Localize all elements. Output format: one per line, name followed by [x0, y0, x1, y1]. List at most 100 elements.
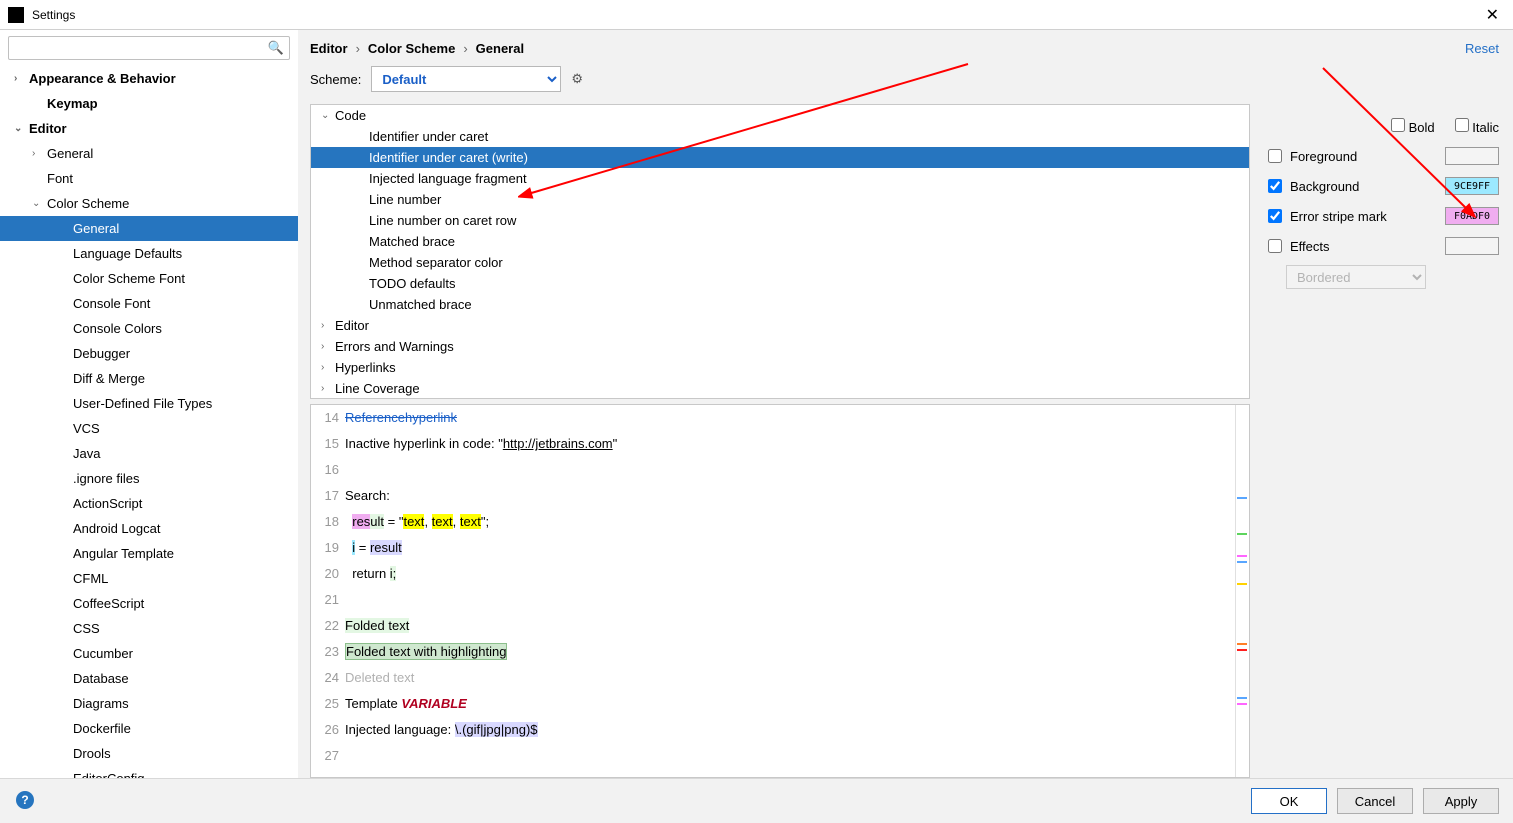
nav-item[interactable]: .ignore files [0, 466, 298, 491]
crumb-general[interactable]: General [476, 41, 524, 56]
tree-item[interactable]: Method separator color [311, 252, 1249, 273]
chevron-right-icon: › [463, 41, 467, 56]
nav-item[interactable]: CSS [0, 616, 298, 641]
window-title: Settings [32, 8, 1480, 22]
code-line: 16 [311, 457, 1249, 483]
nav-item[interactable]: ActionScript [0, 491, 298, 516]
tree-item[interactable]: Unmatched brace [311, 294, 1249, 315]
crumb-colorscheme[interactable]: Color Scheme [368, 41, 455, 56]
nav-item[interactable]: Cucumber [0, 641, 298, 666]
nav-item[interactable]: Angular Template [0, 541, 298, 566]
italic-option[interactable]: Italic [1455, 118, 1499, 135]
nav-item[interactable]: Keymap [0, 91, 298, 116]
background-checkbox[interactable] [1268, 179, 1282, 193]
code-line: 26Injected language: \.(gif|jpg|png)$ [311, 717, 1249, 743]
settings-sidebar: 🔍 ›Appearance & BehaviorKeymap⌄Editor›Ge… [0, 30, 298, 778]
effects-checkbox[interactable] [1268, 239, 1282, 253]
code-line: 27 [311, 743, 1249, 769]
nav-item[interactable]: Android Logcat [0, 516, 298, 541]
nav-item[interactable]: Console Colors [0, 316, 298, 341]
nav-item[interactable]: EditorConfig [0, 766, 298, 778]
search-icon: 🔍 [268, 40, 284, 56]
nav-item[interactable]: Color Scheme Font [0, 266, 298, 291]
color-options-tree[interactable]: ⌄CodeIdentifier under caretIdentifier un… [310, 104, 1250, 399]
nav-item[interactable]: Language Defaults [0, 241, 298, 266]
code-line: 18 result = "text, text, text"; [311, 509, 1249, 535]
settings-tree[interactable]: ›Appearance & BehaviorKeymap⌄Editor›Gene… [0, 66, 298, 778]
bold-option[interactable]: Bold [1391, 118, 1435, 135]
nav-item[interactable]: Diagrams [0, 691, 298, 716]
background-label: Background [1290, 179, 1437, 194]
content-pane: Editor › Color Scheme › General Reset Sc… [298, 30, 1513, 778]
background-swatch[interactable]: 9CE9FF [1445, 177, 1499, 195]
error-stripe [1235, 405, 1249, 777]
tree-item[interactable]: ›Hyperlinks [311, 357, 1249, 378]
foreground-checkbox[interactable] [1268, 149, 1282, 163]
tree-item[interactable]: Matched brace [311, 231, 1249, 252]
nav-item[interactable]: Font [0, 166, 298, 191]
tree-item[interactable]: ›Editor [311, 315, 1249, 336]
nav-item[interactable]: VCS [0, 416, 298, 441]
errorstripe-checkbox[interactable] [1268, 209, 1282, 223]
gear-icon[interactable]: ⚙ [571, 71, 583, 87]
tree-item[interactable]: ›Errors and Warnings [311, 336, 1249, 357]
nav-item[interactable]: ⌄Editor [0, 116, 298, 141]
app-icon [8, 7, 24, 23]
code-line: 25Template VARIABLE [311, 691, 1249, 717]
help-icon[interactable]: ? [16, 791, 34, 809]
nav-item[interactable]: Dockerfile [0, 716, 298, 741]
dialog-button-bar: OK Cancel Apply [0, 778, 1513, 823]
code-line: 22Folded text [311, 613, 1249, 639]
close-icon[interactable]: ✕ [1480, 5, 1505, 25]
nav-item[interactable]: Debugger [0, 341, 298, 366]
code-line: 24Deleted text [311, 665, 1249, 691]
cancel-button[interactable]: Cancel [1337, 788, 1413, 814]
style-options-panel: Bold Italic Foreground Background 9CE9FF… [1268, 104, 1499, 778]
nav-item[interactable]: General [0, 216, 298, 241]
chevron-right-icon: › [356, 41, 360, 56]
nav-item[interactable]: ›Appearance & Behavior [0, 66, 298, 91]
tree-item[interactable]: Injected language fragment [311, 168, 1249, 189]
tree-item[interactable]: ›Line Coverage [311, 378, 1249, 399]
foreground-swatch[interactable] [1445, 147, 1499, 165]
crumb-editor[interactable]: Editor [310, 41, 348, 56]
code-line: 23Folded text with highlighting [311, 639, 1249, 665]
nav-item[interactable]: ›General [0, 141, 298, 166]
effects-swatch[interactable] [1445, 237, 1499, 255]
tree-item[interactable]: TODO defaults [311, 273, 1249, 294]
nav-item[interactable]: CoffeeScript [0, 591, 298, 616]
nav-item[interactable]: Database [0, 666, 298, 691]
code-line: 17Search: [311, 483, 1249, 509]
code-line: 14Referencehyperlink [311, 405, 1249, 431]
scheme-select[interactable]: Default [371, 66, 561, 92]
code-preview: 14Referencehyperlink15Inactive hyperlink… [310, 404, 1250, 778]
effects-type-select: Bordered [1286, 265, 1426, 289]
tree-item[interactable]: Identifier under caret [311, 126, 1249, 147]
reset-link[interactable]: Reset [1465, 41, 1499, 56]
errorstripe-swatch[interactable]: F0ADF0 [1445, 207, 1499, 225]
foreground-label: Foreground [1290, 149, 1437, 164]
nav-item[interactable]: CFML [0, 566, 298, 591]
nav-item[interactable]: User-Defined File Types [0, 391, 298, 416]
tree-item[interactable]: Line number on caret row [311, 210, 1249, 231]
nav-item[interactable]: Diff & Merge [0, 366, 298, 391]
scheme-label: Scheme: [310, 72, 361, 87]
ok-button[interactable]: OK [1251, 788, 1327, 814]
tree-item[interactable]: ⌄Code [311, 105, 1249, 126]
tree-item[interactable]: Identifier under caret (write) [311, 147, 1249, 168]
nav-item[interactable]: Console Font [0, 291, 298, 316]
code-line: 20 return i; [311, 561, 1249, 587]
effects-label: Effects [1290, 239, 1437, 254]
nav-item[interactable]: ⌄Color Scheme [0, 191, 298, 216]
code-line: 15Inactive hyperlink in code: "http://je… [311, 431, 1249, 457]
errorstripe-label: Error stripe mark [1290, 209, 1437, 224]
code-line: 21 [311, 587, 1249, 613]
breadcrumb: Editor › Color Scheme › General Reset [310, 30, 1499, 66]
search-input[interactable] [8, 36, 290, 60]
nav-item[interactable]: Drools [0, 741, 298, 766]
code-line: 19 i = result [311, 535, 1249, 561]
apply-button[interactable]: Apply [1423, 788, 1499, 814]
titlebar: Settings ✕ [0, 0, 1513, 30]
tree-item[interactable]: Line number [311, 189, 1249, 210]
nav-item[interactable]: Java [0, 441, 298, 466]
